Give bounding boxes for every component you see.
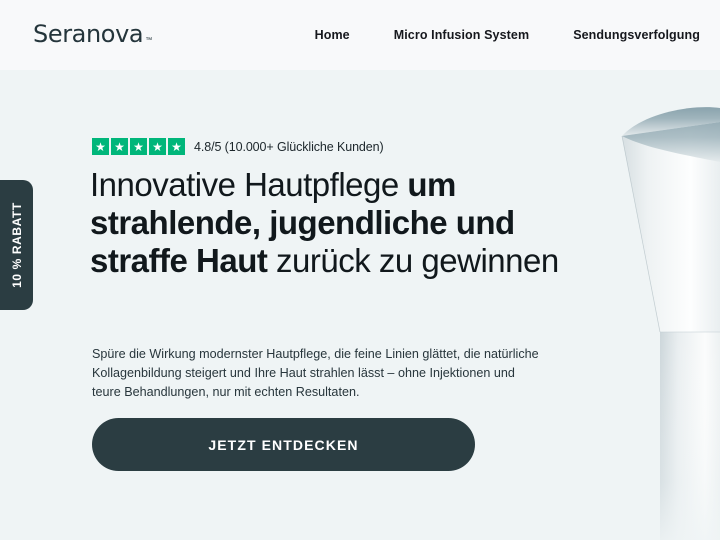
- main-navigation: Home Micro Infusion System Sendungsverfo…: [315, 0, 700, 70]
- landing-page: Seranova ™ Home Micro Infusion System Se…: [0, 0, 720, 540]
- rating-block: ★ ★ ★ ★ ★ 4.8/5 (10.000+ Glückliche Kund…: [92, 138, 384, 155]
- nav-item-micro-infusion-system[interactable]: Micro Infusion System: [394, 28, 529, 42]
- star-icon: ★: [111, 138, 128, 155]
- star-icon: ★: [92, 138, 109, 155]
- headline-part-1: Innovative Hautpflege: [90, 166, 408, 203]
- headline-part-3: zurück zu gewinnen: [267, 242, 559, 279]
- discount-tab-label: 10 % RABATT: [9, 202, 24, 288]
- star-rating: ★ ★ ★ ★ ★: [92, 138, 185, 155]
- trademark-icon: ™: [145, 37, 153, 44]
- hero-section: ★ ★ ★ ★ ★ 4.8/5 (10.000+ Glückliche Kund…: [0, 70, 720, 540]
- star-icon: ★: [149, 138, 166, 155]
- rating-text: 4.8/5 (10.000+ Glückliche Kunden): [194, 139, 384, 154]
- nav-item-sendungsverfolgung[interactable]: Sendungsverfolgung: [573, 28, 700, 42]
- nav-item-home[interactable]: Home: [315, 28, 350, 42]
- page-title: Innovative Hautpflege um strahlende, jug…: [90, 166, 570, 280]
- discover-button[interactable]: JETZT ENTDECKEN: [92, 418, 475, 471]
- star-icon: ★: [130, 138, 147, 155]
- brand-logo[interactable]: Seranova ™: [33, 22, 152, 46]
- star-icon: ★: [168, 138, 185, 155]
- brand-logo-text: Seranova: [33, 20, 144, 48]
- hero-subcopy: Spüre die Wirkung modernster Hautpflege,…: [92, 347, 539, 399]
- discount-tab[interactable]: 10 % RABATT: [0, 180, 33, 310]
- site-header: Seranova ™ Home Micro Infusion System Se…: [0, 0, 720, 70]
